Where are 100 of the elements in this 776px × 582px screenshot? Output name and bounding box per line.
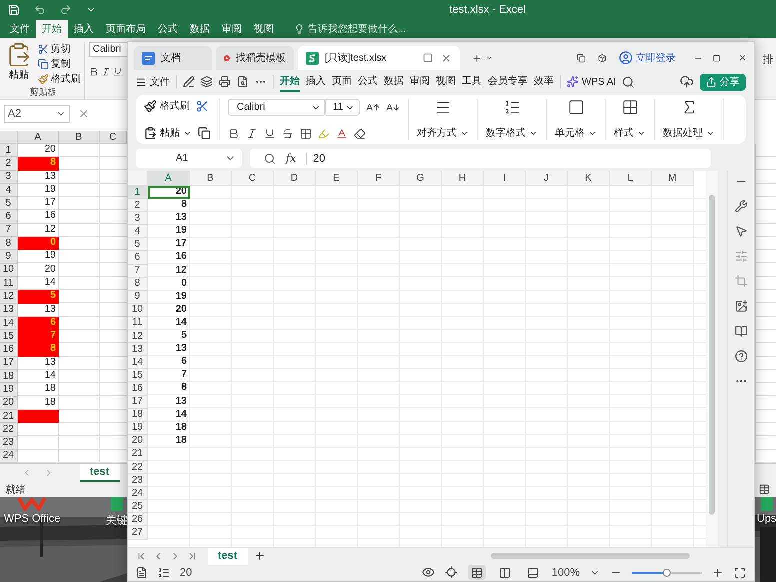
row-header[interactable]: 21 — [0, 410, 18, 424]
ribbon-tab[interactable]: 审阅 — [216, 20, 248, 38]
row-header[interactable]: 12 — [128, 330, 148, 344]
share-button[interactable]: 分享 — [700, 74, 746, 90]
name-box[interactable]: A1 — [136, 149, 242, 168]
row-header[interactable]: 9 — [0, 250, 18, 264]
column-header[interactable]: A — [18, 131, 59, 144]
ai-button[interactable]: WPS AI — [567, 76, 616, 88]
row-header[interactable]: 13 — [128, 343, 148, 356]
row-header[interactable]: 22 — [0, 423, 18, 437]
menu-tab[interactable]: 插入 — [306, 72, 326, 92]
document-tab[interactable]: 文档 — [134, 46, 212, 70]
paste-button[interactable]: 粘贴 — [144, 126, 192, 140]
row-header[interactable]: 23 — [0, 436, 18, 450]
menu-tab[interactable]: 页面 — [332, 72, 352, 92]
menu-tab[interactable]: 开始 — [280, 72, 300, 92]
row-header[interactable]: 27 — [128, 526, 148, 540]
row-header[interactable]: 2 — [0, 157, 18, 171]
row-header[interactable]: 18 — [0, 370, 18, 384]
login-link[interactable]: 立即登录 — [618, 51, 676, 65]
ribbon-group-button[interactable]: 数据处理 — [663, 126, 715, 140]
ribbon-group-button[interactable]: 样式 — [614, 126, 646, 140]
row-header[interactable]: 2 — [128, 199, 148, 212]
row-header[interactable]: 4 — [0, 184, 18, 198]
row-header[interactable]: 14 — [0, 316, 18, 330]
sheet-tab[interactable]: test — [80, 464, 120, 482]
row-header[interactable]: 18 — [128, 408, 148, 422]
row-header[interactable]: 13 — [0, 304, 18, 317]
ribbon-tab[interactable]: 开始 — [36, 20, 68, 38]
sheet-tab[interactable]: test — [208, 548, 248, 564]
file-menu[interactable]: 文件 — [136, 75, 170, 89]
row-header[interactable]: 9 — [128, 290, 148, 304]
row-header[interactable]: 3 — [128, 212, 148, 226]
menu-tab[interactable]: 审阅 — [410, 72, 430, 92]
document-tab[interactable]: [只读]test.xlsx — [298, 46, 460, 70]
menu-tab[interactable]: 公式 — [358, 72, 378, 92]
column-header[interactable]: G — [400, 171, 442, 186]
row-header[interactable]: 10 — [0, 264, 18, 277]
ribbon-tab[interactable]: 页面布局 — [100, 20, 152, 38]
ribbon-tab[interactable]: 视图 — [248, 20, 280, 38]
document-tab[interactable]: 找稻壳模板 — [216, 46, 294, 70]
row-header[interactable]: 20 — [0, 396, 18, 410]
column-header[interactable]: K — [568, 171, 610, 186]
row-header[interactable]: 10 — [128, 304, 148, 317]
row-header[interactable]: 1 — [128, 186, 148, 200]
column-header[interactable]: I — [484, 171, 526, 186]
row-header[interactable]: 20 — [128, 434, 148, 448]
column-header[interactable]: F — [358, 171, 400, 186]
row-header[interactable]: 15 — [0, 330, 18, 344]
row-header[interactable]: 17 — [0, 356, 18, 370]
format-painter-button[interactable]: 格式刷 — [144, 99, 190, 113]
row-header[interactable]: 1 — [0, 144, 18, 158]
clipboard-command[interactable]: 格式刷 — [38, 72, 81, 86]
row-header[interactable]: 4 — [128, 225, 148, 238]
clipboard-command[interactable]: 复制 — [38, 57, 81, 71]
row-header[interactable]: 3 — [0, 170, 18, 184]
row-header[interactable]: 24 — [128, 487, 148, 500]
row-header[interactable]: 16 — [128, 382, 148, 396]
column-header[interactable]: C — [100, 131, 127, 144]
row-header[interactable]: 22 — [128, 460, 148, 474]
formula-field[interactable]: fx 20 — [250, 149, 711, 168]
row-header[interactable]: 14 — [128, 356, 148, 370]
row-header[interactable]: 11 — [0, 276, 18, 290]
menu-tab[interactable]: 会员专享 — [488, 72, 528, 92]
font-size-select[interactable]: 11 — [324, 99, 360, 116]
menu-tab[interactable]: 工具 — [462, 72, 482, 92]
ribbon-tab[interactable]: 插入 — [68, 20, 100, 38]
row-header[interactable]: 6 — [0, 210, 18, 224]
column-header[interactable]: D — [274, 171, 316, 186]
column-header[interactable]: B — [190, 171, 232, 186]
font-select[interactable]: Calibri — [228, 99, 326, 116]
tell-me-search[interactable]: 告诉我您想要做什么... — [294, 20, 406, 38]
row-header[interactable]: 16 — [0, 343, 18, 357]
font-field[interactable]: Calibri — [89, 42, 129, 57]
row-header[interactable]: 5 — [0, 197, 18, 210]
row-header[interactable]: 17 — [128, 396, 148, 409]
row-header[interactable]: 25 — [128, 500, 148, 514]
ribbon-group-button[interactable]: 对齐方式 — [417, 126, 469, 140]
column-header[interactable]: L — [610, 171, 652, 186]
column-header[interactable]: A — [148, 171, 190, 186]
row-header[interactable]: 8 — [128, 278, 148, 291]
ribbon-tab[interactable]: 数据 — [184, 20, 216, 38]
row-header[interactable]: 19 — [128, 422, 148, 435]
row-header[interactable]: 7 — [0, 224, 18, 238]
row-header[interactable]: 21 — [128, 448, 148, 461]
row-header[interactable]: 7 — [128, 264, 148, 278]
desktop-icon-label[interactable]: WPS Office — [4, 513, 61, 525]
name-box[interactable]: A2 — [4, 105, 70, 123]
menu-tab[interactable]: 效率 — [534, 72, 554, 92]
paste-label[interactable]: 粘贴 — [9, 68, 29, 82]
column-header[interactable]: H — [442, 171, 484, 186]
desktop-icon-label[interactable]: 关键 — [106, 513, 128, 528]
row-header[interactable]: 24 — [0, 450, 18, 463]
column-header[interactable]: C — [232, 171, 274, 186]
row-header[interactable]: 26 — [128, 513, 148, 526]
row-header[interactable]: 11 — [128, 316, 148, 330]
menu-tab[interactable]: 视图 — [436, 72, 456, 92]
row-header[interactable]: 6 — [128, 251, 148, 265]
column-header[interactable]: B — [59, 131, 100, 144]
clipboard-command[interactable]: 剪切 — [38, 42, 81, 56]
